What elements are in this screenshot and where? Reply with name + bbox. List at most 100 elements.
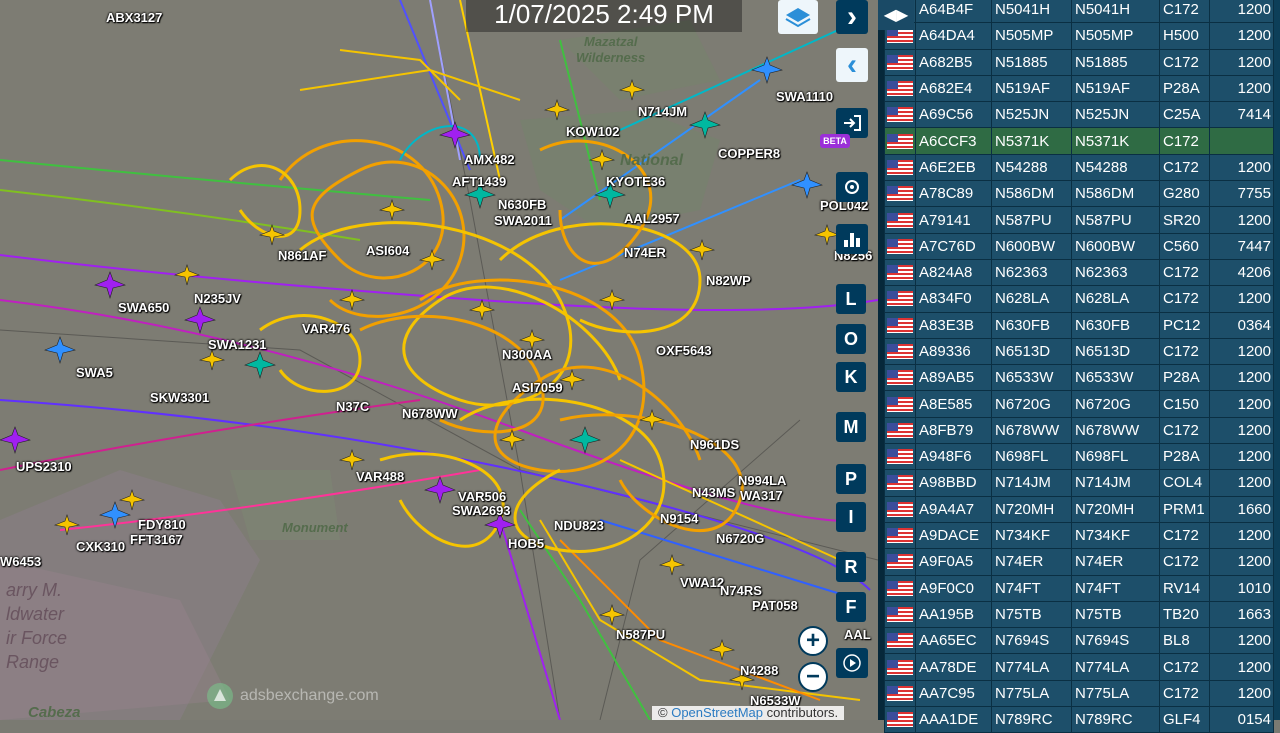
aircraft-label[interactable]: KYOTE36 bbox=[606, 174, 665, 189]
aircraft-label[interactable]: N37C bbox=[336, 399, 369, 414]
aircraft-label[interactable]: N235JV bbox=[194, 291, 241, 306]
callsign-cell: N734KF bbox=[1071, 521, 1160, 550]
place-label-cabeza: Cabeza bbox=[28, 704, 81, 720]
next-button[interactable]: › bbox=[836, 0, 868, 34]
aircraft-label[interactable]: AAL2957 bbox=[624, 211, 680, 226]
aircraft-label[interactable]: N587PU bbox=[616, 627, 665, 642]
table-row[interactable]: A7C76D N600BW N600BW C560 7447 bbox=[884, 232, 1274, 260]
aircraft-label[interactable]: VAR488 bbox=[356, 469, 404, 484]
aircraft-label[interactable]: N6720G bbox=[716, 531, 764, 546]
aircraft-label[interactable]: SWA650 bbox=[118, 300, 169, 315]
aircraft-label[interactable]: FDY810 bbox=[138, 517, 186, 532]
key-m-button[interactable]: M bbox=[836, 412, 866, 442]
table-row[interactable]: A9DACE N734KF N734KF C172 1200 bbox=[884, 521, 1274, 550]
aircraft-label[interactable]: SWA1110 bbox=[776, 89, 833, 104]
aircraft-label[interactable]: ASI604 bbox=[366, 243, 409, 258]
aircraft-label[interactable]: N630FB bbox=[498, 197, 546, 212]
aircraft-label[interactable]: N74RS bbox=[720, 583, 762, 598]
table-row[interactable]: A69C56 N525JN N525JN C25A 7414 bbox=[884, 101, 1274, 129]
key-i-button[interactable]: I bbox=[836, 502, 866, 532]
aircraft-label[interactable]: W6453 bbox=[0, 554, 41, 569]
table-row[interactable]: A8E585 N6720G N6720G C150 1200 bbox=[884, 390, 1274, 418]
prev-button[interactable]: ‹ bbox=[836, 48, 868, 82]
aircraft-label[interactable]: WA317 bbox=[740, 488, 783, 503]
aircraft-label[interactable]: N43MS bbox=[692, 485, 735, 500]
table-row[interactable]: AA65EC N7694S N7694S BL8 1200 bbox=[884, 627, 1274, 655]
aircraft-label[interactable]: KOW102 bbox=[566, 124, 619, 139]
table-row[interactable]: AA7C95 N775LA N775LA C172 1200 bbox=[884, 679, 1274, 708]
aircraft-label[interactable]: N74ER bbox=[624, 245, 666, 260]
aircraft-label[interactable]: N82WP bbox=[706, 273, 751, 288]
registration-cell: N720MH bbox=[991, 495, 1072, 523]
table-row[interactable]: A824A8 N62363 N62363 C172 4206 bbox=[884, 258, 1274, 287]
table-row[interactable]: A9F0C0 N74FT N74FT RV14 1010 bbox=[884, 574, 1274, 602]
key-l-button[interactable]: L bbox=[836, 284, 866, 314]
table-row[interactable]: A89336 N6513D N6513D C172 1200 bbox=[884, 337, 1274, 366]
key-o-button[interactable]: O bbox=[836, 324, 866, 354]
layers-button[interactable] bbox=[778, 0, 818, 34]
aircraft-label[interactable]: ASI7059 bbox=[512, 380, 563, 395]
aircraft-label[interactable]: AFT1439 bbox=[452, 174, 506, 189]
aircraft-label[interactable]: SWA2693 bbox=[452, 503, 511, 518]
key-p-button[interactable]: P bbox=[836, 464, 866, 494]
aircraft-label[interactable]: N714JM bbox=[638, 104, 687, 119]
aircraft-label[interactable]: AAL bbox=[844, 627, 871, 642]
aircraft-label[interactable]: N300AA bbox=[502, 347, 552, 362]
table-row[interactable]: A682B5 N51885 N51885 C172 1200 bbox=[884, 48, 1274, 76]
aircraft-label[interactable]: SKW3301 bbox=[150, 390, 209, 405]
table-row[interactable]: A64DA4 N505MP N505MP H500 1200 bbox=[884, 22, 1274, 50]
replay-button[interactable] bbox=[836, 648, 868, 678]
aircraft-label[interactable]: VAR506 bbox=[458, 489, 506, 504]
table-row[interactable]: A89AB5 N6533W N6533W P28A 1200 bbox=[884, 364, 1274, 392]
key-f-button[interactable]: F bbox=[836, 592, 866, 622]
aircraft-label[interactable]: N9154 bbox=[660, 511, 698, 526]
key-r-button[interactable]: R bbox=[836, 552, 866, 582]
watermark-text: adsbexchange.com bbox=[240, 687, 379, 704]
table-row[interactable]: A83E3B N630FB N630FB PC12 0364 bbox=[884, 311, 1274, 339]
aircraft-label[interactable]: CXK310 bbox=[76, 539, 125, 554]
aircraft-label[interactable]: VWA12 bbox=[680, 575, 724, 590]
table-row[interactable]: A64B4F N5041H N5041H C172 1200 bbox=[884, 0, 1274, 24]
table-row[interactable]: A948F6 N698FL N698FL P28A 1200 bbox=[884, 443, 1274, 471]
aircraft-label[interactable]: OXF5643 bbox=[656, 343, 712, 358]
aircraft-label[interactable]: N961DS bbox=[690, 437, 739, 452]
aircraft-label[interactable]: VAR476 bbox=[302, 321, 350, 336]
aircraft-label[interactable]: PAT058 bbox=[752, 598, 798, 613]
aircraft-label[interactable]: SWA1231 bbox=[208, 337, 267, 352]
key-k-button[interactable]: K bbox=[836, 362, 866, 392]
table-row[interactable]: A78C89 N586DM N586DM G280 7755 bbox=[884, 180, 1274, 208]
table-row[interactable]: AA195B N75TB N75TB TB20 1663 bbox=[884, 600, 1274, 629]
map-view[interactable]: Mazatzal Wilderness National Monument ar… bbox=[0, 0, 878, 720]
settings-button[interactable] bbox=[836, 172, 868, 202]
aircraft-label[interactable]: SWA5 bbox=[76, 365, 113, 380]
aircraft-label[interactable]: SWA2011 bbox=[494, 213, 552, 228]
stats-button[interactable] bbox=[836, 224, 868, 254]
table-row[interactable]: A9A4A7 N720MH N720MH PRM1 1660 bbox=[884, 495, 1274, 523]
aircraft-label[interactable]: FFT3167 bbox=[130, 532, 183, 547]
table-row[interactable]: A6E2EB N54288 N54288 C172 1200 bbox=[884, 153, 1274, 182]
aircraft-label[interactable]: N861AF bbox=[278, 248, 326, 263]
aircraft-label[interactable]: ABX3127 bbox=[106, 10, 162, 25]
table-row[interactable]: A9F0A5 N74ER N74ER C172 1200 bbox=[884, 548, 1274, 576]
aircraft-label[interactable]: N4288 bbox=[740, 663, 778, 678]
table-row[interactable]: A6CCF3 N5371K N5371K C172 bbox=[884, 127, 1274, 155]
aircraft-label[interactable]: AMX482 bbox=[464, 152, 515, 167]
zoom-in-button[interactable]: + bbox=[798, 626, 828, 656]
table-row[interactable]: A834F0 N628LA N628LA C172 1200 bbox=[884, 285, 1274, 313]
aircraft-label[interactable]: NDU823 bbox=[554, 518, 604, 533]
us-flag-icon bbox=[887, 422, 913, 438]
table-row[interactable]: A79141 N587PU N587PU SR20 1200 bbox=[884, 206, 1274, 234]
aircraft-label[interactable]: N994LA bbox=[738, 473, 786, 488]
aircraft-label[interactable]: N678WW bbox=[402, 406, 458, 421]
aircraft-label[interactable]: COPPER8 bbox=[718, 146, 780, 161]
table-row[interactable]: A8FB79 N678WW N678WW C172 1200 bbox=[884, 416, 1274, 445]
table-row[interactable]: A682E4 N519AF N519AF P28A 1200 bbox=[884, 74, 1274, 103]
table-row[interactable]: A98BBD N714JM N714JM COL4 1200 bbox=[884, 469, 1274, 497]
panel-toggle-button[interactable]: ◀▶ bbox=[878, 0, 914, 30]
osm-link[interactable]: OpenStreetMap bbox=[671, 705, 763, 720]
us-flag-icon bbox=[887, 28, 913, 44]
zoom-out-button[interactable]: − bbox=[798, 662, 828, 692]
aircraft-label[interactable]: UPS2310 bbox=[16, 459, 72, 474]
aircraft-label[interactable]: HOB5 bbox=[508, 536, 544, 551]
table-row[interactable]: AA78DE N774LA N774LA C172 1200 bbox=[884, 653, 1274, 681]
